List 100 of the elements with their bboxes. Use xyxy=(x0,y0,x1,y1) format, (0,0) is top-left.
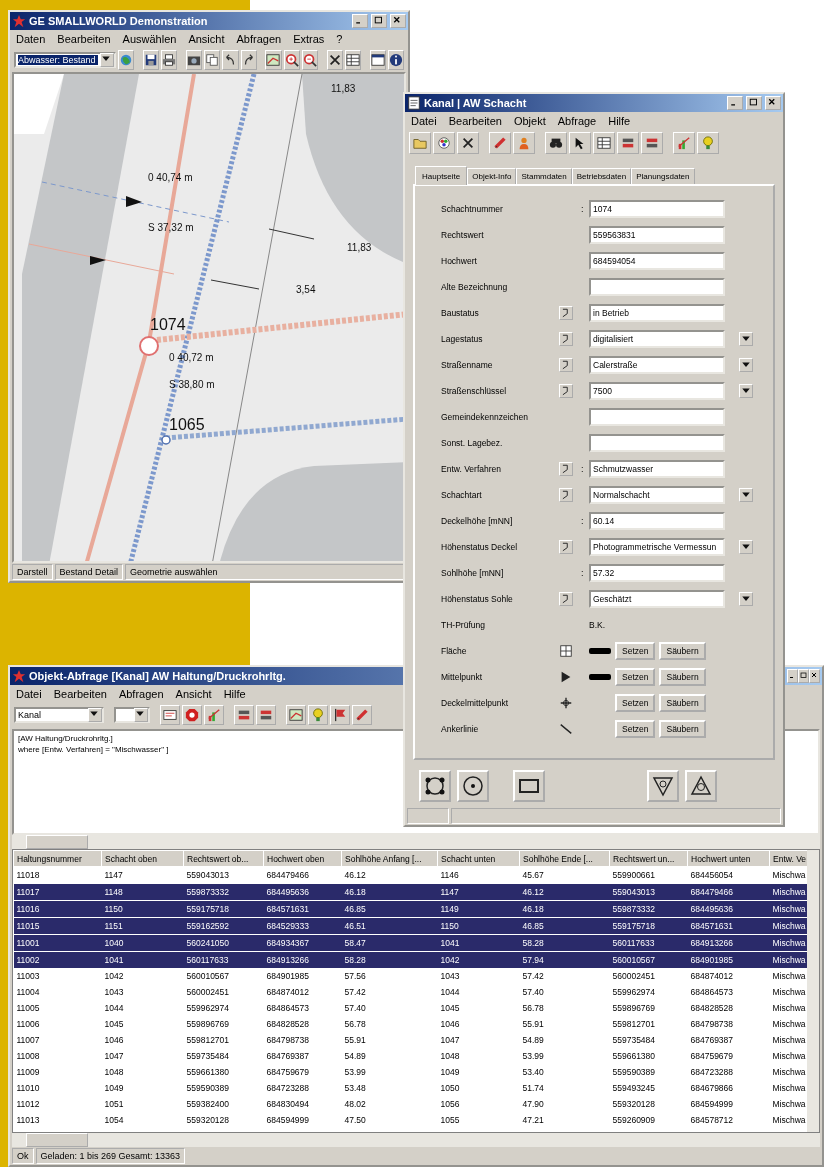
separator-text: : xyxy=(581,567,585,578)
table-cell: 684456054 xyxy=(687,866,770,884)
separator-text: : xyxy=(581,515,585,526)
table-cell: 57.42 xyxy=(519,968,610,984)
table-cell-text: 559493245 xyxy=(611,1082,657,1095)
table-cell: 11016 xyxy=(13,900,102,918)
table-cell: 684495636 xyxy=(263,883,342,901)
table-cell: 1040 xyxy=(101,934,184,952)
table-cell-text: 559260909 xyxy=(611,1114,657,1127)
window-title: Objekt-Abfrage [Kanal] AW Haltung/Druckrohrltg. xyxy=(29,670,286,682)
map-label: 0 40,72 m xyxy=(169,352,214,363)
table-cell-text: Mischwa xyxy=(771,986,807,999)
field-label: TH-Prüfung xyxy=(441,619,486,630)
field-label: Alte Bezeichnung xyxy=(441,281,509,292)
table-cell-text: 1048 xyxy=(103,1066,125,1079)
table-cell-text: 559896769 xyxy=(185,1018,231,1031)
table-cell-text: 11006 xyxy=(15,1018,41,1031)
table-cell-text: 559735484 xyxy=(611,1034,657,1047)
field-label: Straßenname xyxy=(441,359,494,370)
table-cell-text: 559320128 xyxy=(185,1114,231,1127)
table-cell-text: 1045 xyxy=(439,1002,461,1015)
table-cell: 46.85 xyxy=(341,900,438,918)
table-cell-text: 54.89 xyxy=(343,1050,367,1063)
table-cell: 1042 xyxy=(437,951,520,968)
table-cell: 559175718 xyxy=(183,900,264,918)
table-cell-text: 1049 xyxy=(439,1066,461,1079)
status-text: Geladen: 1 bis 269 Gesamt: 13363 xyxy=(35,1148,186,1164)
table-cell: 46.51 xyxy=(341,917,438,935)
window-title: Kanal | AW Schacht xyxy=(424,97,527,109)
field-label: Entw. Verfahren xyxy=(441,463,502,474)
table-cell-text: 684769387 xyxy=(265,1050,311,1063)
table-cell-text: 559812701 xyxy=(611,1018,657,1031)
table-cell-text: 1047 xyxy=(439,1034,461,1047)
table-cell: 1150 xyxy=(437,917,520,935)
field-label: Deckelhöhe [mNN] xyxy=(441,515,514,526)
table-cell-text: 684679866 xyxy=(689,1082,735,1095)
table-cell: 560010567 xyxy=(609,951,688,968)
table-cell: 1147 xyxy=(101,866,184,884)
table-cell-text: 559590389 xyxy=(185,1082,231,1095)
table-cell: 684874012 xyxy=(687,968,770,984)
table-cell: 559175718 xyxy=(609,917,688,935)
map-label: S 37,32 m xyxy=(148,222,194,233)
table-cell-text: 559962974 xyxy=(185,1002,231,1015)
table-cell-text: 1051 xyxy=(103,1098,125,1111)
table-cell: 58.28 xyxy=(341,951,438,968)
table-cell-text: 56.78 xyxy=(343,1018,367,1031)
table-cell: 11018 xyxy=(13,866,102,884)
table-cell-text: 684864573 xyxy=(265,1002,311,1015)
table-cell-text: 560002451 xyxy=(185,986,231,999)
table-cell: 559873332 xyxy=(609,900,688,918)
table-cell-text: 684578712 xyxy=(689,1114,735,1127)
field-label: Gemeindekennzeichen xyxy=(441,411,529,422)
table-cell-text: 47.21 xyxy=(521,1114,545,1127)
table-cell: 11017 xyxy=(13,883,102,901)
table-cell-text: 1046 xyxy=(439,1018,461,1031)
table-cell: 684479466 xyxy=(687,883,770,901)
table-cell: 1043 xyxy=(437,968,520,984)
table-cell: 559043013 xyxy=(609,883,688,901)
table-cell-text: 53.99 xyxy=(521,1050,545,1063)
table-cell: 58.28 xyxy=(519,934,610,952)
table-cell-text: 53.99 xyxy=(343,1066,367,1079)
field-label: Fläche xyxy=(441,645,468,656)
table-cell: 46.18 xyxy=(341,883,438,901)
status-text: Darstell xyxy=(12,564,53,580)
table-cell: 560117633 xyxy=(183,951,264,968)
table-cell-text: 1044 xyxy=(103,1002,125,1015)
map-label: 1065 xyxy=(169,416,205,433)
map-label: 3,54 xyxy=(296,284,316,295)
table-cell-text: 684594999 xyxy=(689,1098,735,1111)
table-cell-text: 1054 xyxy=(103,1114,125,1127)
table-cell-text: 559661380 xyxy=(185,1066,231,1079)
table-cell: 46.85 xyxy=(519,917,610,935)
table-cell: 684913266 xyxy=(687,934,770,952)
table-cell: 559873332 xyxy=(183,883,264,901)
table-cell-text: 1046 xyxy=(103,1034,125,1047)
table-cell: 560117633 xyxy=(609,934,688,952)
table-cell-text: 47.50 xyxy=(343,1114,367,1127)
table-cell: 1150 xyxy=(101,900,184,918)
table-cell: 684571631 xyxy=(687,917,770,935)
table-cell: 11015 xyxy=(13,917,102,935)
table-cell-text: 56.78 xyxy=(521,1002,545,1015)
table-cell-text: 1056 xyxy=(439,1098,461,1111)
field-label: Sonst. Lagebez. xyxy=(441,437,504,448)
table-cell: 1149 xyxy=(437,900,520,918)
field-label: Baustatus xyxy=(441,307,480,318)
table-cell: 684901985 xyxy=(687,951,770,968)
table-cell: 684571631 xyxy=(263,900,342,918)
table-cell: 57.94 xyxy=(519,951,610,968)
table-cell-text: 559735484 xyxy=(185,1050,231,1063)
table-cell-text: 559590389 xyxy=(611,1066,657,1079)
field-label: Hochwert xyxy=(441,255,478,266)
table-cell-text: Mischwa xyxy=(771,1018,807,1031)
field-label: Schachtnummer xyxy=(441,203,504,214)
table-cell: 684934367 xyxy=(263,934,342,952)
table-cell-text: 48.02 xyxy=(343,1098,367,1111)
table-cell-text: 684798738 xyxy=(265,1034,311,1047)
table-cell-text: 47.90 xyxy=(521,1098,545,1111)
table-cell: 46.12 xyxy=(519,883,610,901)
map-label: 11,83 xyxy=(331,83,356,94)
table-cell: 1041 xyxy=(437,934,520,952)
